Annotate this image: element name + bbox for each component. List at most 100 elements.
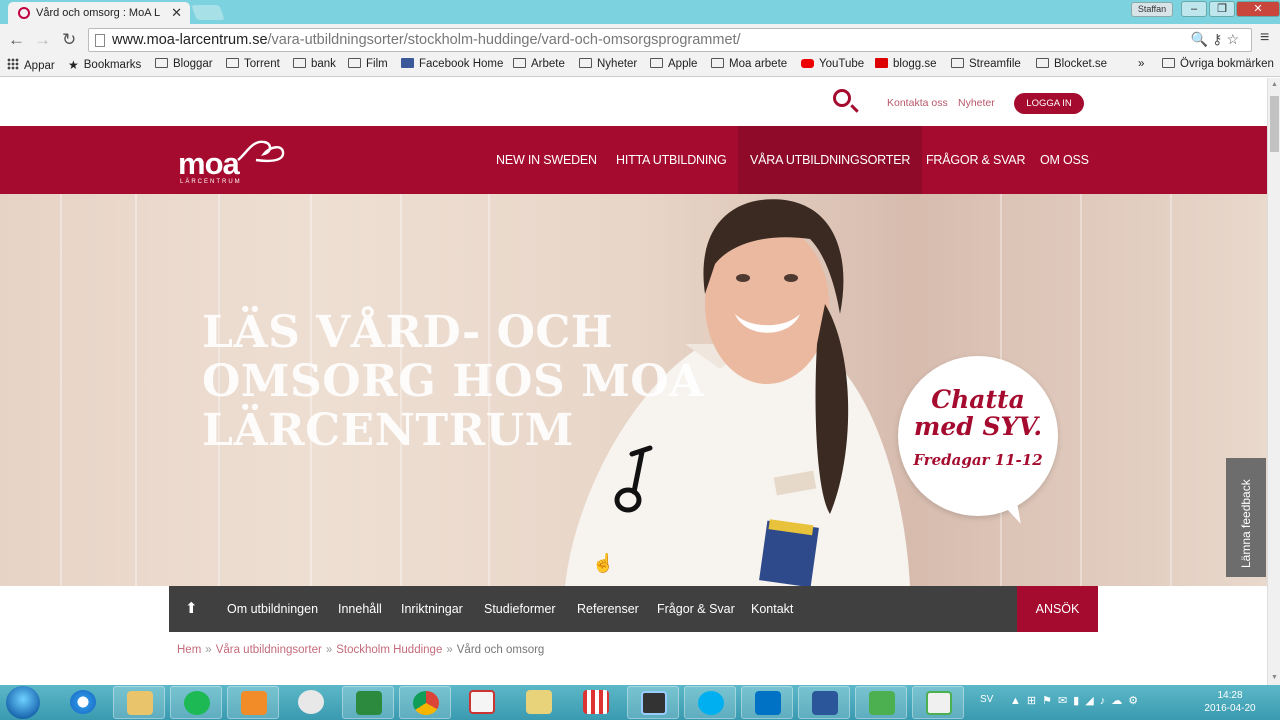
folder-icon — [1162, 58, 1175, 68]
chrome-menu-icon[interactable]: ≡ — [1260, 29, 1269, 47]
search-icon[interactable] — [833, 89, 851, 107]
zoom-icon[interactable]: 🔍 — [1191, 31, 1212, 47]
chat-bubble-hours: Fredagar 11-12 — [913, 451, 1043, 469]
subnav-innehall[interactable]: Innehåll — [338, 586, 382, 632]
bookmark-youtube[interactable]: YouTube — [801, 58, 864, 70]
editor-taskbar-icon[interactable] — [513, 686, 565, 719]
folder-icon — [650, 58, 663, 68]
breadcrumb: Hem» Våra utbildningsorter» Stockholm Hudd… — [177, 644, 545, 656]
streamfile-icon — [951, 58, 964, 68]
blocket-icon — [1036, 58, 1049, 68]
logo-word: moa — [178, 146, 240, 181]
page-icon — [95, 34, 105, 47]
contact-link[interactable]: Kontakta oss — [887, 97, 948, 109]
breadcrumb-locations[interactable]: Våra utbildningsorter — [216, 644, 322, 656]
scroll-down-arrow-icon[interactable]: ▼ — [1271, 674, 1278, 681]
browser-tab[interactable]: Vård och omsorg : MoA L ✕ — [8, 2, 190, 24]
word-taskbar-icon[interactable] — [798, 686, 850, 719]
star-icon: ★ — [68, 58, 79, 72]
news-link[interactable]: Nyheter — [958, 97, 995, 109]
back-arrow-icon[interactable]: ← — [8, 30, 25, 50]
spotify-taskbar-icon[interactable] — [170, 686, 222, 719]
bookmark-arbete[interactable]: Arbete — [513, 58, 565, 70]
breadcrumb-stockholm-huddinge[interactable]: Stockholm Huddinge — [336, 644, 442, 656]
notes-taskbar-icon[interactable] — [456, 686, 508, 719]
chrome-taskbar-icon[interactable] — [399, 686, 451, 719]
start-button[interactable] — [6, 686, 40, 719]
minimize-button[interactable]: – — [1181, 1, 1207, 17]
subnav-inriktningar[interactable]: Inriktningar — [401, 586, 463, 632]
camtasia-taskbar-icon[interactable] — [855, 686, 907, 719]
clock-time: 14:28 — [1217, 690, 1243, 701]
explorer-taskbar-icon[interactable] — [113, 686, 165, 719]
key-icon[interactable]: ⚷ — [1212, 31, 1226, 47]
screen-app-taskbar-icon[interactable] — [627, 686, 679, 719]
omnibox-actions: 🔍⚷☆ — [1191, 31, 1243, 48]
nav-fragor-svar[interactable]: FRÅGOR & SVAR — [926, 126, 1025, 194]
popcorn-taskbar-icon[interactable] — [570, 686, 622, 719]
scroll-up-arrow-icon[interactable]: ▲ — [1271, 81, 1278, 88]
network-taskbar-icon[interactable] — [285, 686, 337, 719]
stock-app-taskbar-icon[interactable] — [342, 686, 394, 719]
clock[interactable]: 14:28 2016-04-20 — [1202, 689, 1258, 715]
nav-vara-utbildningsorter[interactable]: VÅRA UTBILDNINGSORTER — [738, 126, 923, 194]
skype-taskbar-icon[interactable] — [684, 686, 736, 719]
bookmark-apple[interactable]: Apple — [650, 58, 697, 70]
language-indicator[interactable]: SV — [980, 694, 993, 705]
subnav-om-utbildningen[interactable]: Om utbildningen — [227, 586, 318, 632]
user-profile-badge[interactable]: Staffan — [1131, 2, 1173, 17]
scroll-thumb[interactable] — [1270, 96, 1279, 152]
bookmark-film[interactable]: Film — [348, 58, 388, 70]
bloggse-icon — [875, 58, 888, 68]
forward-arrow-icon[interactable]: → — [34, 30, 51, 50]
folder-icon — [711, 58, 724, 68]
new-tab-button[interactable] — [191, 5, 225, 20]
folder-icon — [579, 58, 592, 68]
nav-new-in-sweden[interactable]: NEW IN SWEDEN — [496, 126, 597, 194]
outlook-taskbar-icon[interactable] — [741, 686, 793, 719]
bookmark-torrent[interactable]: Torrent — [226, 58, 280, 70]
tab-close-icon[interactable]: ✕ — [171, 5, 182, 21]
bookmark-bloggar[interactable]: Bloggar — [155, 58, 213, 70]
arrow-up-icon[interactable]: ⬆ — [185, 599, 198, 617]
bookmark-streamfile[interactable]: Streamfile — [951, 58, 1021, 70]
bookmark-blogg-se[interactable]: blogg.se — [875, 58, 936, 70]
subnav-fragor-svar[interactable]: Frågor & Svar — [657, 586, 735, 632]
folder-icon — [513, 58, 526, 68]
system-tray: SV ▲⊞⚑✉▮◢♪☁⚙ 14:28 2016-04-20 — [972, 685, 1280, 720]
bookmarks-overflow-chevron[interactable]: » — [1138, 58, 1144, 70]
moa-logo[interactable]: moa LÄRCENTRUM — [178, 136, 288, 185]
media-player-taskbar-icon[interactable] — [227, 686, 279, 719]
login-button[interactable]: LOGGA IN — [1014, 93, 1084, 114]
page-scrollbar[interactable]: ▲ ▼ — [1267, 78, 1280, 685]
address-bar[interactable]: www.moa-larcentrum.se/vara-utbildningsor… — [88, 28, 1252, 52]
bookmark-nyheter[interactable]: Nyheter — [579, 58, 637, 70]
subnav-referenser[interactable]: Referenser — [577, 586, 639, 632]
maximize-button[interactable]: ❐ — [1209, 1, 1235, 17]
camtasia-recorder-taskbar-icon[interactable] — [912, 686, 964, 719]
breadcrumb-home[interactable]: Hem — [177, 644, 201, 656]
tray-icons[interactable]: ▲⊞⚑✉▮◢♪☁⚙ — [1010, 694, 1144, 707]
chat-with-syv-bubble[interactable]: Chatta med SYV. Fredagar 11-12 — [898, 356, 1058, 516]
close-window-button[interactable]: ✕ — [1236, 1, 1280, 17]
bookmark-apps[interactable]: Appar — [7, 58, 55, 72]
bookmark-bank[interactable]: bank — [293, 58, 336, 70]
nav-hitta-utbildning[interactable]: HITTA UTBILDNING — [616, 126, 727, 194]
apply-button[interactable]: ANSÖK — [1017, 586, 1098, 632]
ie-taskbar-icon[interactable] — [57, 686, 109, 719]
bookmark-bookmarks[interactable]: ★ Bookmarks — [68, 58, 141, 72]
tab-title: Vård och omsorg : MoA L — [36, 7, 161, 19]
bookmark-other[interactable]: Övriga bokmärken — [1162, 58, 1274, 70]
web-page: Kontakta oss Nyheter LOGGA IN moa LÄRCEN… — [0, 78, 1267, 685]
nav-om-oss[interactable]: OM OSS — [1040, 126, 1089, 194]
reload-icon[interactable]: ↻ — [62, 30, 76, 50]
bookmark-moa-arbete[interactable]: Moa arbete — [711, 58, 787, 70]
browser-titlebar: Vård och omsorg : MoA L ✕ Staffan – ❐ ✕ — [0, 0, 1280, 24]
utility-bar: Kontakta oss Nyheter LOGGA IN — [0, 78, 1267, 126]
bookmark-blocket[interactable]: Blocket.se — [1036, 58, 1107, 70]
bookmark-star-icon[interactable]: ☆ — [1226, 31, 1243, 47]
feedback-tab[interactable]: Lämna feedback — [1226, 458, 1266, 577]
subnav-kontakt[interactable]: Kontakt — [751, 586, 793, 632]
bookmark-facebook-home[interactable]: Facebook Home — [401, 58, 503, 70]
subnav-studieformer[interactable]: Studieformer — [484, 586, 556, 632]
